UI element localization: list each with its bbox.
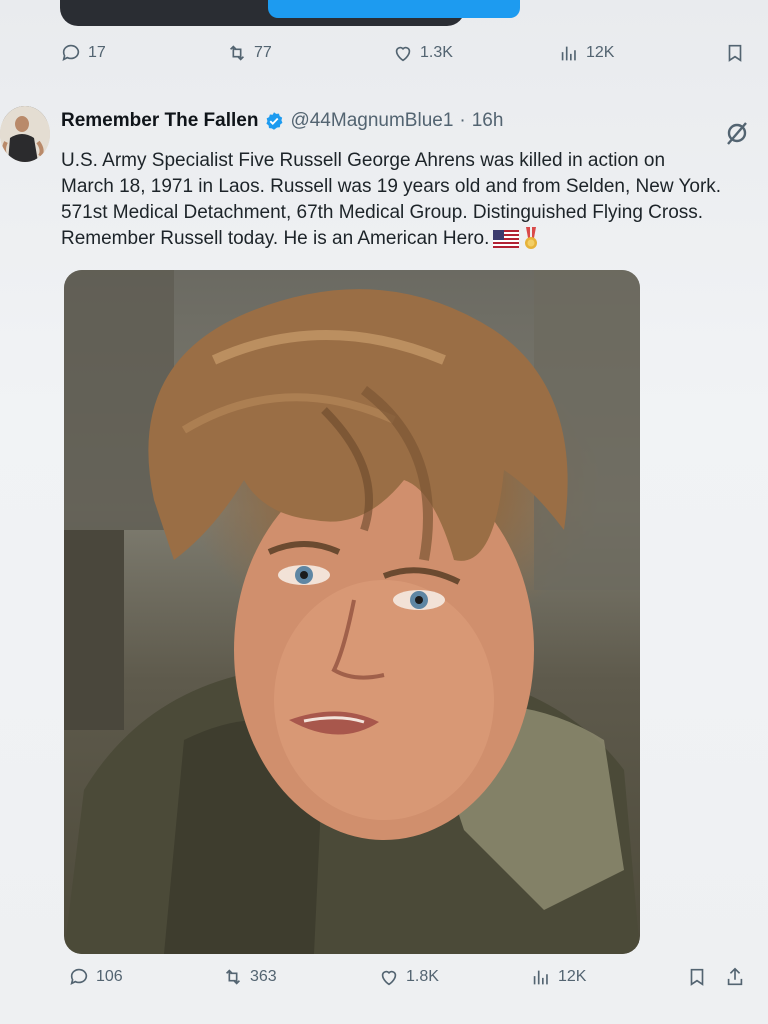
like-count: 1.3K [420, 44, 453, 61]
previous-tweet-button[interactable] [268, 0, 520, 18]
repost-count: 77 [254, 44, 272, 61]
views-button[interactable]: 12K [558, 42, 614, 64]
like-button[interactable]: 1.8K [378, 966, 439, 988]
heart-icon [381, 970, 397, 986]
tweet-text-line-content: Remember Russell today. He is an America… [61, 228, 490, 249]
repost-icon [225, 969, 241, 985]
bookmark-icon [690, 968, 704, 986]
reply-count: 17 [88, 44, 106, 61]
previous-tweet-action-bar: 17 77 1.3K 12K [0, 42, 768, 72]
share-button[interactable] [724, 966, 746, 988]
bookmark-button[interactable] [724, 42, 746, 64]
portrait-illustration [64, 270, 640, 954]
separator-dot: · [459, 110, 466, 131]
bookmark-icon [728, 44, 742, 62]
medal-icon [525, 226, 538, 249]
views-icon [533, 970, 548, 985]
tweet-timestamp[interactable]: 16h [472, 110, 504, 132]
tweet-photo[interactable] [64, 270, 640, 954]
author-name[interactable]: Remember The Fallen [61, 110, 258, 132]
tweet-text-line: Remember Russell today. He is an America… [61, 226, 768, 252]
author-handle[interactable]: @44MagnumBlue1 [290, 110, 453, 132]
bookmark-button[interactable] [686, 966, 708, 988]
avatar[interactable] [0, 106, 50, 162]
grok-icon[interactable] [722, 118, 752, 148]
avatar-portrait [0, 106, 50, 162]
repost-icon [229, 45, 245, 61]
reply-icon [70, 968, 88, 985]
verified-badge-icon[interactable] [264, 111, 284, 131]
views-count: 12K [558, 968, 587, 985]
tweet-action-bar: 106 363 1.8K 12K [0, 966, 768, 996]
reply-count: 106 [96, 968, 123, 985]
us-flag-icon [493, 229, 520, 248]
repost-count: 363 [250, 968, 277, 985]
tweet-text: U.S. Army Specialist Five Russell George… [61, 148, 768, 252]
heart-icon [395, 46, 411, 62]
like-button[interactable]: 1.3K [392, 42, 453, 64]
repost-button[interactable]: 363 [222, 966, 277, 988]
share-icon [727, 967, 743, 986]
tweet-text-line: 571st Medical Detachment, 67th Medical G… [61, 202, 704, 223]
views-count: 12K [586, 44, 615, 61]
tweet-text-line: U.S. Army Specialist Five Russell George… [61, 150, 666, 171]
reply-button[interactable]: 17 [60, 42, 106, 64]
tweet-header: Remember The Fallen @44MagnumBlue1 · 16h [61, 110, 503, 132]
repost-button[interactable]: 77 [226, 42, 272, 64]
reply-button[interactable]: 106 [68, 966, 123, 988]
views-icon [561, 46, 576, 61]
like-count: 1.8K [406, 968, 439, 985]
reply-icon [62, 44, 80, 61]
views-button[interactable]: 12K [530, 966, 586, 988]
tweet-text-line: March 18, 1971 in Laos. Russell was 19 y… [61, 176, 722, 197]
